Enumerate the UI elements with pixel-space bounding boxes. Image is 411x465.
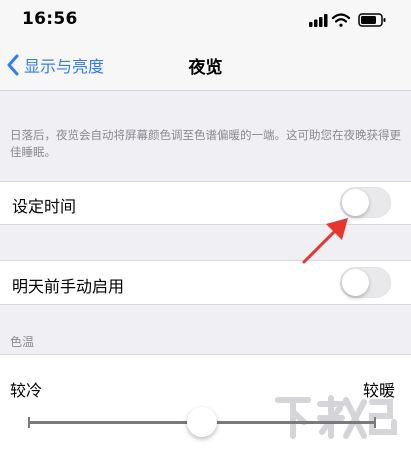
night-shift-description: 日落后，夜览会自动将屏幕颜色调至色谱偏暖的一端。这可助您在夜晚获得更佳睡眠。 <box>10 128 401 159</box>
toggle-knob <box>342 269 369 296</box>
manual-enable-toggle[interactable] <box>340 267 391 298</box>
red-arrow-annotation <box>302 218 348 264</box>
color-temperature-header: 色温 <box>10 335 35 349</box>
cooler-label: 较冷 <box>10 381 43 400</box>
navigation-bar: 显示与亮度 夜览 <box>0 40 411 91</box>
battery-icon <box>358 13 386 27</box>
slider-min-tick <box>28 417 30 428</box>
manual-enable-label: 明天前手动启用 <box>12 277 125 296</box>
scheduled-label: 设定时间 <box>12 197 77 216</box>
cellular-signal-icon <box>309 14 328 27</box>
status-time: 16:56 <box>22 9 78 29</box>
slider-max-tick <box>374 417 376 428</box>
status-icons <box>309 12 389 28</box>
status-bar: 16:56 <box>0 0 411 40</box>
page-title: 夜览 <box>188 58 223 78</box>
slider-thumb[interactable] <box>187 407 217 437</box>
wifi-icon <box>331 13 351 27</box>
